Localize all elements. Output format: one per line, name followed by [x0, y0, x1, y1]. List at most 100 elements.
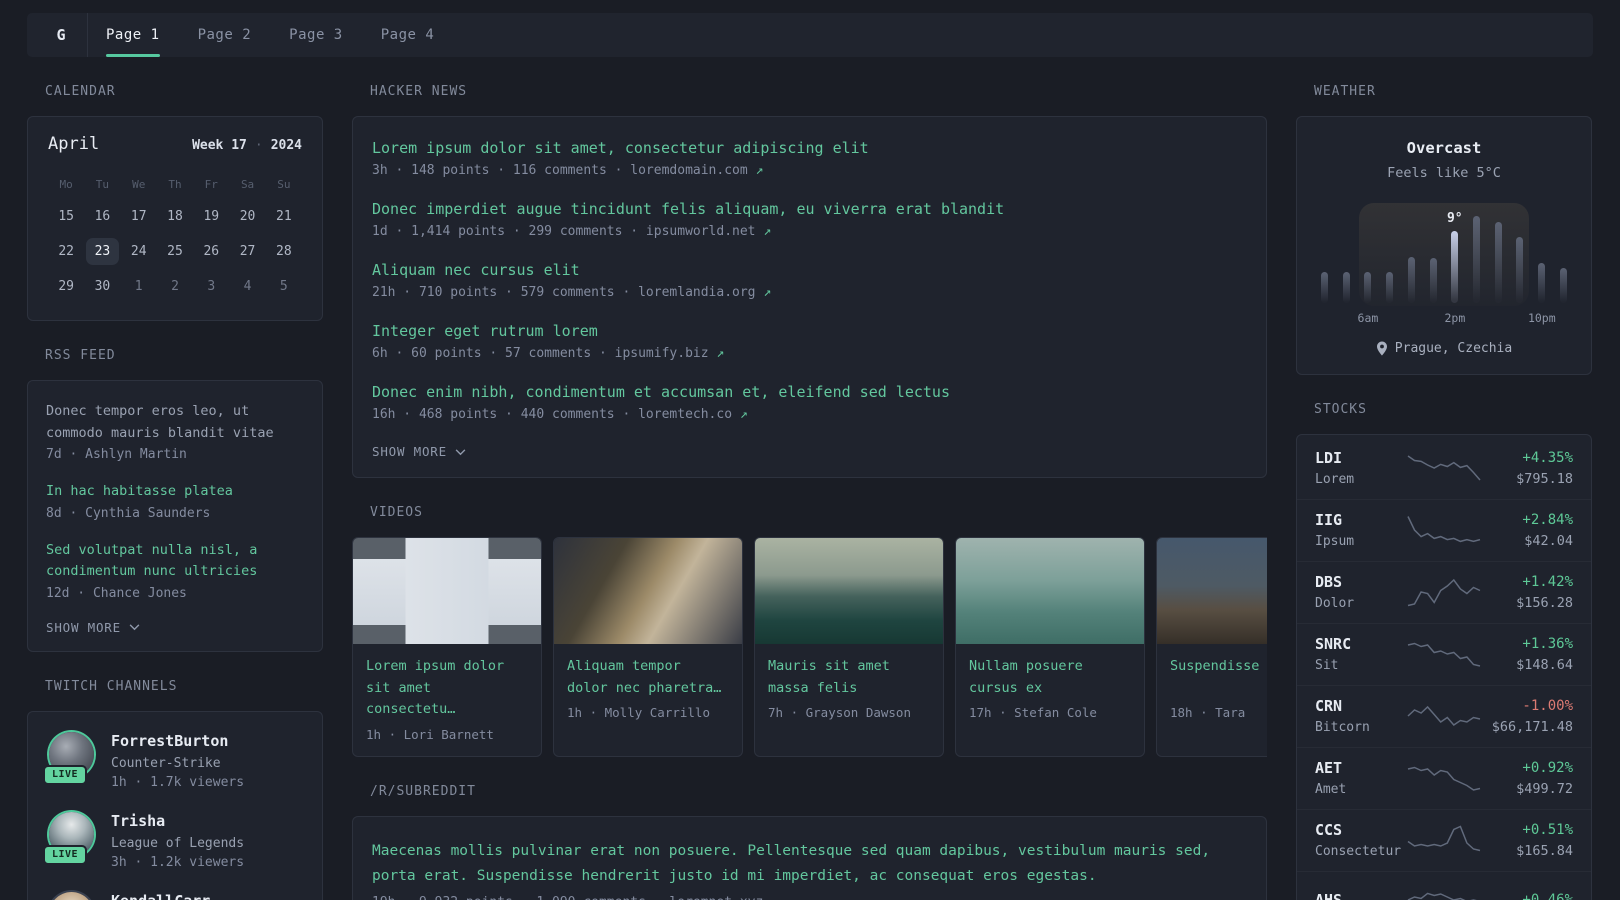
external-link-icon[interactable]: ↗	[771, 895, 779, 900]
rss-item-title[interactable]: In hac habitasse platea	[46, 481, 304, 503]
show-more-label: SHOW MORE	[46, 619, 121, 635]
calendar-day: 3	[207, 279, 216, 294]
tab-page-1[interactable]: Page 1	[106, 13, 160, 57]
stock-sparkline	[1406, 637, 1482, 671]
stock-values: +1.36% $148.64	[1490, 636, 1573, 673]
subreddit-post-title[interactable]: Maecenas mollis pulvinar erat non posuer…	[372, 839, 1247, 890]
stock-identity: AET Amet	[1315, 759, 1398, 797]
hackernews-item-title[interactable]: Donec imperdiet augue tincidunt felis al…	[372, 200, 1247, 218]
stock-name: Amet	[1315, 782, 1347, 797]
section-label-subreddit: /R/SUBREDDIT	[370, 783, 476, 799]
stock-symbol[interactable]: AET	[1315, 759, 1398, 777]
active-tab-underline	[106, 54, 160, 57]
video-info: Nullam posuere cursus ex 17h · Stefan Col…	[956, 644, 1144, 734]
hackernews-item: Integer eget rutrum lorem 6h · 60 points …	[372, 322, 1247, 361]
calendar-card: April Week 17 · 2024 Mo Tu We Th Fr Sa Su 15 16 1…	[27, 116, 323, 321]
stock-values: +0.46%	[1490, 892, 1573, 900]
hackernews-item-title[interactable]: Integer eget rutrum lorem	[372, 322, 1247, 340]
hackernews-item-title[interactable]: Donec enim nibh, condimentum et accumsan…	[372, 383, 1247, 401]
calendar-day: 4	[243, 279, 252, 294]
stock-symbol[interactable]: SNRC	[1315, 635, 1398, 653]
video-thumbnail[interactable]	[353, 538, 541, 644]
hackernews-show-more-button[interactable]: SHOW MORE	[372, 444, 466, 459]
twitch-avatar[interactable]: LIVE	[43, 811, 94, 865]
hackernews-item-meta: 3h · 148 points · 116 comments · loremdo…	[372, 163, 764, 178]
stock-values: +0.51% $165.84	[1490, 822, 1573, 859]
tab-page-4[interactable]: Page 4	[381, 13, 435, 57]
rss-show-more-button[interactable]: SHOW MORE	[46, 620, 140, 635]
video-card[interactable]: Nullam posuere cursus ex 17h · Stefan Col…	[955, 537, 1145, 757]
chevron-down-icon	[129, 624, 140, 631]
stock-symbol[interactable]: CCS	[1315, 821, 1398, 839]
calendar-day: 21	[276, 209, 292, 224]
external-link-icon[interactable]: ↗	[740, 407, 748, 422]
calendar-day: 28	[276, 244, 292, 259]
tab-page-3[interactable]: Page 3	[289, 13, 343, 57]
live-badge: LIVE	[43, 844, 88, 865]
calendar-day: 16	[94, 209, 111, 224]
rss-item-title[interactable]: Sed volutpat nulla nisl, a condimentum n…	[46, 540, 304, 583]
stock-symbol[interactable]: CRN	[1315, 697, 1398, 715]
section-label-stocks: STOCKS	[1314, 402, 1367, 417]
subreddit-widget: /R/SUBREDDIT Maecenas mollis pulvinar er…	[352, 784, 1267, 900]
video-card[interactable]: Suspendisse diam 18h · Tara	[1156, 537, 1267, 757]
hackernews-widget: HACKER NEWS Lorem ipsum dolor sit amet, …	[352, 84, 1267, 478]
weather-bar	[1407, 257, 1415, 303]
external-link-icon[interactable]: ↗	[763, 224, 771, 239]
live-badge: LIVE	[43, 764, 88, 785]
stock-name: Ipsum	[1315, 534, 1355, 549]
logo[interactable]: G	[35, 13, 87, 57]
video-thumbnail[interactable]	[755, 538, 943, 644]
external-link-icon[interactable]: ↗	[763, 285, 771, 300]
video-thumbnail[interactable]	[956, 538, 1144, 644]
hackernews-item-title[interactable]: Aliquam nec cursus elit	[372, 261, 1247, 279]
stock-symbol[interactable]: IIG	[1315, 511, 1398, 529]
video-title[interactable]: Suspendisse diam	[1170, 656, 1267, 699]
rss-item-meta: 7d · Ashlyn Martin	[46, 447, 187, 463]
stock-change: +0.51%	[1522, 821, 1573, 838]
chevron-down-icon	[455, 448, 466, 455]
section-label-weather: WEATHER	[1314, 84, 1376, 99]
twitch-avatar[interactable]: LIVE	[43, 731, 94, 785]
stock-price: $156.28	[1516, 594, 1573, 611]
videos-row: Lorem ipsum dolor sit amet consectetu… 1h…	[352, 537, 1267, 757]
video-card[interactable]: Lorem ipsum dolor sit amet consectetu… 1h…	[352, 537, 542, 757]
stock-sparkline	[1406, 883, 1482, 900]
video-title[interactable]: Mauris sit amet massa felis	[768, 656, 930, 699]
tab-page-2[interactable]: Page 2	[198, 13, 252, 57]
hackernews-card: Lorem ipsum dolor sit amet, consectetur …	[352, 116, 1267, 478]
video-card[interactable]: Aliquam tempor dolor nec pharetra… 1h · M…	[553, 537, 743, 757]
video-thumbnail[interactable]	[1157, 538, 1267, 644]
video-thumbnail[interactable]	[554, 538, 742, 644]
video-card[interactable]: Mauris sit amet massa felis 7h · Grayson …	[754, 537, 944, 757]
hackernews-item: Lorem ipsum dolor sit amet, consectetur …	[372, 139, 1247, 178]
calendar-day: 2	[171, 279, 179, 294]
video-info: Aliquam tempor dolor nec pharetra… 1h · M…	[554, 644, 742, 734]
video-meta: 1h · Molly Carrillo	[567, 705, 710, 721]
stock-price: $499.72	[1516, 780, 1573, 797]
stock-row: AET Amet +0.92% $499.72	[1297, 748, 1591, 810]
calendar-day-header: Fr	[204, 178, 218, 191]
video-meta: 1h · Lori Barnett	[366, 726, 494, 742]
twitch-channel-name[interactable]: KendallCarr	[111, 892, 210, 900]
video-meta: 17h · Stefan Cole	[969, 705, 1097, 721]
stock-symbol[interactable]: DBS	[1315, 573, 1398, 591]
rss-item-meta: 8d · Cynthia Saunders	[46, 505, 211, 521]
stock-symbol[interactable]: AHS	[1315, 891, 1398, 900]
external-link-icon[interactable]: ↗	[756, 163, 764, 178]
calendar-day-header: Tu	[95, 178, 110, 191]
twitch-avatar[interactable]	[49, 891, 94, 900]
hackernews-item: Donec enim nibh, condimentum et accumsan…	[372, 383, 1247, 422]
video-title[interactable]: Nullam posuere cursus ex	[969, 656, 1131, 699]
external-link-icon[interactable]: ↗	[716, 346, 724, 361]
twitch-channel-name[interactable]: Trisha	[111, 812, 244, 830]
top-bar: G Page 1 Page 2 Page 3 Page 4	[27, 13, 1593, 57]
stock-symbol[interactable]: LDI	[1315, 449, 1398, 467]
weather-bar	[1473, 215, 1481, 303]
video-title[interactable]: Lorem ipsum dolor sit amet consectetu…	[366, 656, 528, 721]
videos-widget: VIDEOS Lorem ipsum dolor sit amet consec…	[352, 505, 1267, 757]
video-title[interactable]: Aliquam tempor dolor nec pharetra…	[567, 656, 729, 699]
twitch-channel-name[interactable]: ForrestBurton	[111, 732, 244, 750]
rss-item-title[interactable]: Donec tempor eros leo, ut commodo mauris…	[46, 401, 304, 444]
hackernews-item-title[interactable]: Lorem ipsum dolor sit amet, consectetur …	[372, 139, 1247, 157]
